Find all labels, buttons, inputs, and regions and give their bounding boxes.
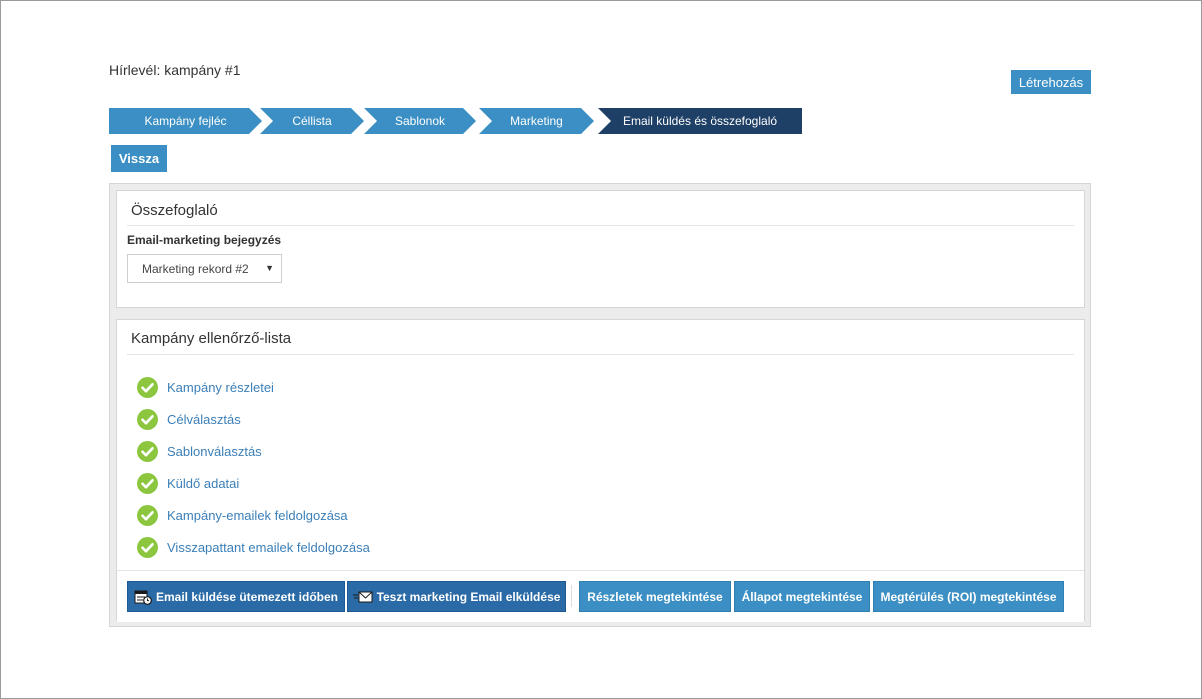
step-marketing[interactable]: Marketing [479,108,594,134]
email-marketing-entry-select[interactable]: Marketing rekord #2 ▼ [127,254,282,283]
step-email-send-summary[interactable]: Email küldés és összefoglaló [598,108,802,134]
summary-panel: Összefoglaló Email-marketing bejegyzés M… [116,190,1085,308]
send-test-email-button[interactable]: Teszt marketing Email elküldése [347,581,566,612]
view-roi-button[interactable]: Megtérülés (ROI) megtekintése [873,581,1064,612]
check-circle-icon [137,408,158,430]
check-circle-icon [137,536,158,558]
schedule-email-button[interactable]: Email küldése ütemezett időben [127,581,345,612]
page-title: Hírlevél: kampány #1 [109,62,241,78]
app-window: Hírlevél: kampány #1 Létrehozás Kampány … [0,0,1202,699]
create-button[interactable]: Létrehozás [1011,70,1091,94]
step-templates[interactable]: Sablonok [364,108,476,134]
checklist-item[interactable]: Küldő adatai [137,472,239,494]
checklist-item-label: Kampány részletei [167,379,274,395]
send-test-email-label: Teszt marketing Email elküldése [376,589,561,604]
check-circle-icon [137,504,158,526]
checklist-item[interactable]: Kampány részletei [137,376,274,398]
back-button[interactable]: Vissza [111,145,167,172]
summary-divider [127,225,1074,226]
schedule-email-label: Email küldése ütemezett időben [155,589,339,604]
checklist-item[interactable]: Sablonválasztás [137,440,262,462]
select-value: Marketing rekord #2 [142,261,249,276]
check-circle-icon [137,440,158,462]
email-marketing-entry-label: Email-marketing bejegyzés [127,233,282,247]
view-status-button[interactable]: Állapot megtekintése [734,581,870,612]
envelope-send-icon [352,591,373,602]
step-target-list[interactable]: Céllista [260,108,364,134]
checklist-item-label: Küldő adatai [167,475,240,491]
step-campaign-header[interactable]: Kampány fejléc [109,108,262,134]
checklist-panel: Kampány ellenőrző-lista Kampány részlete… [116,319,1085,622]
button-separator [571,585,572,607]
content-container: Összefoglaló Email-marketing bejegyzés M… [109,183,1091,627]
summary-title: Összefoglaló [131,202,218,219]
action-bar: Email küldése ütemezett időben Teszt mar… [117,570,1084,622]
checklist-title: Kampány ellenőrző-lista [131,330,292,347]
checklist-item[interactable]: Kampány-emailek feldolgozása [137,504,348,526]
checklist-item-label: Visszapattant emailek feldolgozása [167,539,370,555]
checklist-item-label: Kampány-emailek feldolgozása [167,507,348,523]
checklist-item-label: Célválasztás [167,411,241,427]
calendar-clock-icon [134,590,152,605]
checklist-item[interactable]: Visszapattant emailek feldolgozása [137,536,370,558]
caret-down-icon: ▼ [265,263,274,273]
check-circle-icon [137,472,158,494]
wizard-steps: Kampány fejléc Céllista Sablonok Marketi… [109,108,809,134]
view-details-button[interactable]: Részletek megtekintése [579,581,731,612]
checklist-item[interactable]: Célválasztás [137,408,241,430]
check-circle-icon [137,376,158,398]
checklist-divider [127,354,1074,355]
checklist-item-label: Sablonválasztás [167,443,262,459]
